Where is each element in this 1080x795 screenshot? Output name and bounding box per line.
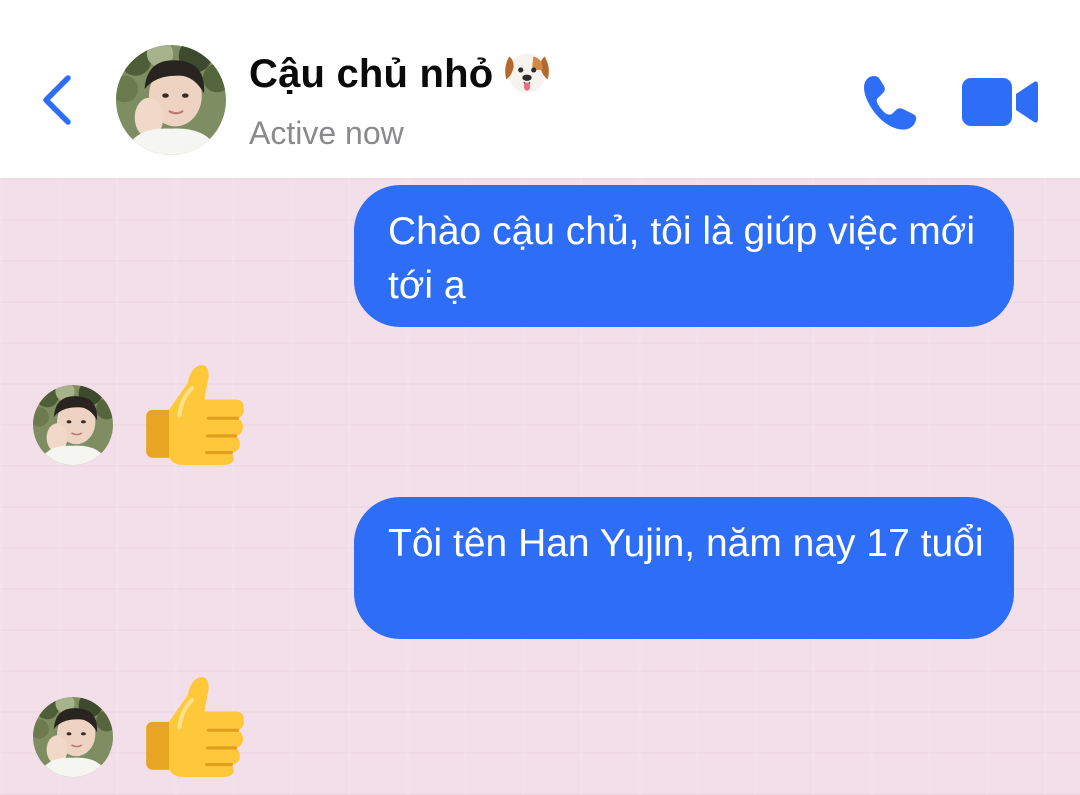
- thumbs-up-icon: [142, 673, 246, 777]
- active-status: Active now: [249, 115, 404, 151]
- dog-face-icon: [501, 45, 553, 97]
- conversation-header: Cậu chủ nhỏ Active now: [0, 0, 1080, 178]
- incoming-like-message[interactable]: [142, 673, 246, 777]
- incoming-like-message[interactable]: [142, 361, 246, 465]
- chevron-left-icon: [43, 75, 71, 125]
- audio-call-button[interactable]: [860, 72, 920, 132]
- contact-avatar[interactable]: [116, 45, 226, 155]
- outgoing-message[interactable]: Tôi tên Han Yujin, năm nay 17 tuổi: [354, 497, 1014, 639]
- video-call-button[interactable]: [962, 76, 1038, 128]
- phone-icon: [864, 76, 917, 130]
- avatar-photo: [33, 697, 113, 777]
- message-text: Chào cậu chủ, tôi là giúp việc mới tới ạ: [388, 210, 976, 307]
- avatar-photo: [116, 45, 226, 155]
- thumbs-up-icon: [142, 361, 246, 465]
- contact-avatar-small[interactable]: [33, 385, 113, 465]
- avatar-photo: [33, 385, 113, 465]
- message-text: Tôi tên Han Yujin, năm nay 17 tuổi: [388, 522, 984, 565]
- video-camera-icon: [962, 78, 1038, 126]
- message-list[interactable]: Chào cậu chủ, tôi là giúp việc mới tới ạ…: [0, 178, 1080, 795]
- outgoing-message[interactable]: Chào cậu chủ, tôi là giúp việc mới tới ạ: [354, 185, 1014, 327]
- contact-avatar-small[interactable]: [33, 697, 113, 777]
- back-button[interactable]: [36, 70, 80, 130]
- contact-name-row[interactable]: Cậu chủ nhỏ: [249, 52, 553, 97]
- contact-name: Cậu chủ nhỏ: [249, 52, 494, 96]
